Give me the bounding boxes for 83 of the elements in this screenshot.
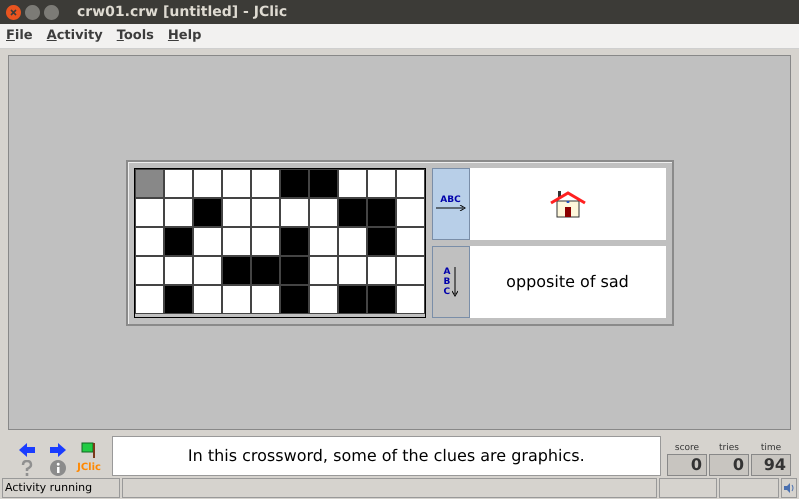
- direction-label: ABC: [444, 266, 450, 296]
- info-icon[interactable]: [50, 460, 66, 476]
- blocked-cell[interactable]: [366, 226, 396, 256]
- counter-label: time: [760, 442, 782, 454]
- grid-cell[interactable]: [134, 198, 164, 226]
- grid-cell[interactable]: [366, 256, 396, 284]
- close-icon: [10, 8, 17, 16]
- grid-cell[interactable]: [308, 256, 338, 284]
- grid-cell[interactable]: [222, 198, 250, 226]
- grid-cell[interactable]: [280, 198, 308, 226]
- right-arrow-icon[interactable]: [50, 443, 66, 457]
- direction-tab[interactable]: ABC: [432, 168, 470, 240]
- down-arrow-icon: [452, 266, 458, 296]
- grid-cell[interactable]: [396, 226, 424, 256]
- blocked-cell[interactable]: [192, 198, 222, 226]
- window-title: crw01.crw [untitled] - JClic: [77, 2, 288, 22]
- grid-cell[interactable]: [308, 198, 338, 226]
- status-text: Activity running: [5, 480, 92, 496]
- blocked-cell[interactable]: [222, 256, 250, 284]
- clue-text: opposite of sad: [506, 270, 629, 292]
- blocked-cell[interactable]: [280, 284, 308, 314]
- grid-cell[interactable]: [134, 168, 164, 198]
- direction-tab[interactable]: ABC: [432, 246, 470, 318]
- maximize-button[interactable]: [44, 4, 59, 20]
- minimize-button[interactable]: [25, 4, 40, 20]
- message-text: In this crossword, some of the clues are graphics.: [188, 445, 585, 467]
- grid-cell[interactable]: [164, 256, 192, 284]
- house-icon: [548, 190, 586, 218]
- sound-button[interactable]: [781, 478, 797, 498]
- counter-value: 0: [667, 454, 707, 476]
- grid-cell[interactable]: [192, 284, 222, 314]
- direction-label: ABC: [440, 196, 461, 205]
- grid-cell[interactable]: [192, 226, 222, 256]
- counter-value: 0: [709, 454, 749, 476]
- grid-cell[interactable]: [250, 284, 280, 314]
- grid-cell[interactable]: [192, 256, 222, 284]
- grid-cell[interactable]: [222, 284, 250, 314]
- blocked-cell[interactable]: [164, 284, 192, 314]
- flag-icon[interactable]: [81, 442, 97, 458]
- grid-cell[interactable]: [134, 256, 164, 284]
- blocked-cell[interactable]: [280, 256, 308, 284]
- right-arrow-icon: [436, 205, 466, 211]
- blocked-cell[interactable]: [280, 168, 308, 198]
- grid-cell[interactable]: [308, 226, 338, 256]
- grid-cell[interactable]: [396, 284, 424, 314]
- grid-cell[interactable]: [338, 256, 366, 284]
- grid-cell[interactable]: [338, 168, 366, 198]
- menu-item[interactable]: File: [6, 26, 33, 46]
- blocked-cell[interactable]: [366, 198, 396, 226]
- menu-item[interactable]: Tools: [116, 26, 154, 46]
- speaker-icon: [783, 482, 795, 494]
- grid-cell[interactable]: [222, 168, 250, 198]
- grid-cell[interactable]: [396, 256, 424, 284]
- blocked-cell[interactable]: [250, 256, 280, 284]
- counter-value: 94: [751, 454, 791, 476]
- status-panel: [659, 478, 717, 498]
- grid-cell[interactable]: [396, 198, 424, 226]
- counter-label: tries: [719, 442, 739, 454]
- grid-cell[interactable]: [396, 168, 424, 198]
- grid-cell[interactable]: [308, 284, 338, 314]
- grid-cell[interactable]: [338, 226, 366, 256]
- grid-cell[interactable]: [134, 284, 164, 314]
- blocked-cell[interactable]: [338, 198, 366, 226]
- status-panel: [719, 478, 779, 498]
- grid-cell[interactable]: [250, 198, 280, 226]
- grid-cell[interactable]: [134, 226, 164, 256]
- counter-label: score: [674, 442, 700, 454]
- grid-cell[interactable]: [250, 226, 280, 256]
- left-arrow-icon[interactable]: [18, 443, 35, 457]
- close-button[interactable]: [6, 4, 21, 20]
- grid-cell[interactable]: [164, 198, 192, 226]
- grid-cell[interactable]: [366, 168, 396, 198]
- blocked-cell[interactable]: [280, 226, 308, 256]
- blocked-cell[interactable]: [164, 226, 192, 256]
- menu-item[interactable]: Activity: [46, 26, 103, 46]
- blocked-cell[interactable]: [338, 284, 366, 314]
- grid-cell[interactable]: [250, 168, 280, 198]
- grid-cell[interactable]: [192, 168, 222, 198]
- menu-item[interactable]: Help: [168, 26, 202, 46]
- grid-cell[interactable]: [164, 168, 192, 198]
- blocked-cell[interactable]: [366, 284, 396, 314]
- blocked-cell[interactable]: [308, 168, 338, 198]
- grid-cell[interactable]: [222, 226, 250, 256]
